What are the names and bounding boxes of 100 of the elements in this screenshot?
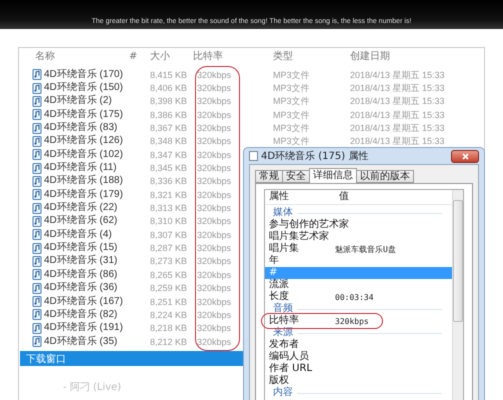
file-size: 8,273 KB bbox=[148, 255, 188, 268]
file-name[interactable]: 4D环绕音乐 (36) bbox=[44, 282, 118, 294]
file-name[interactable]: 4D环绕音乐 (150) bbox=[44, 82, 123, 94]
created-date: 2018/4/13 星期五 15:33 bbox=[349, 82, 445, 94]
bitrate-cell: 320kbps bbox=[197, 68, 232, 81]
file-name[interactable]: 4D环绕音乐 (179) bbox=[44, 188, 123, 201]
tab[interactable]: 安全 bbox=[282, 170, 310, 183]
property-row[interactable]: 编码人员 bbox=[265, 351, 339, 363]
bitrate-cell: 320kbps bbox=[197, 296, 232, 308]
file-type: MP3文件 bbox=[272, 82, 310, 94]
download-window-bar[interactable]: 下载窗口 bbox=[20, 351, 245, 366]
scrollbar[interactable] bbox=[452, 190, 463, 400]
column-header[interactable]: # bbox=[126, 50, 144, 62]
audio-file-icon bbox=[32, 176, 42, 187]
audio-file-icon bbox=[32, 109, 42, 120]
property-row[interactable]: 发布者 bbox=[265, 339, 339, 351]
bitrate-cell: 320kbps bbox=[197, 108, 232, 121]
file-name[interactable]: 4D环绕音乐 (102) bbox=[44, 148, 123, 161]
property-row[interactable]: 比特率 320kbps bbox=[265, 315, 373, 327]
bitrate-cell: 320kbps bbox=[197, 162, 232, 174]
property-row[interactable]: 参与创作的艺术家 bbox=[265, 219, 353, 231]
file-name[interactable]: 4D环绕音乐 (22) bbox=[44, 202, 118, 214]
bitrate-cell: 320kbps bbox=[197, 322, 232, 334]
group-label: 内容 bbox=[273, 387, 293, 399]
property-row[interactable]: 唱片集 魅派车载音乐U盘 bbox=[265, 243, 400, 255]
audio-file-icon bbox=[32, 149, 42, 160]
created-date: 2018/4/13 星期五 15:33 bbox=[349, 95, 445, 108]
property-row[interactable]: 年 bbox=[265, 255, 339, 267]
bitrate-cell: 320kbps bbox=[197, 228, 232, 241]
file-name[interactable]: 4D环绕音乐 (62) bbox=[44, 215, 118, 228]
column-header[interactable]: 属性 bbox=[269, 191, 339, 203]
column-header[interactable]: 类型 bbox=[270, 49, 347, 63]
file-name[interactable]: 4D环绕音乐 (83) bbox=[44, 122, 118, 134]
audio-file-icon bbox=[32, 189, 42, 200]
property-row[interactable]: 唱片集艺术家 bbox=[265, 231, 339, 243]
bitrate-cell: 320kbps bbox=[197, 122, 232, 134]
tab[interactable]: 常规 bbox=[255, 170, 283, 183]
column-header[interactable]: 值 bbox=[339, 191, 349, 203]
audio-file-icon bbox=[32, 336, 42, 348]
file-name[interactable]: 4D环绕音乐 (82) bbox=[44, 308, 118, 321]
file-name[interactable]: 4D环绕音乐 (175) bbox=[44, 108, 123, 121]
tab[interactable]: 详细信息 bbox=[309, 168, 357, 183]
audio-file-icon bbox=[32, 216, 42, 227]
file-icon bbox=[249, 151, 258, 161]
bitrate-cell: 320kbps bbox=[197, 82, 232, 94]
file-name[interactable]: 4D环绕音乐 (11) bbox=[44, 162, 117, 174]
audio-file-icon bbox=[32, 136, 42, 147]
property-row[interactable]: 作者 URL bbox=[265, 363, 339, 375]
close-button[interactable] bbox=[451, 150, 479, 162]
property-row[interactable]: 长度 00:03:34 bbox=[265, 291, 378, 303]
audio-file-icon bbox=[32, 269, 42, 280]
property-row[interactable]: 流派 bbox=[265, 279, 339, 291]
download-window-title: 下载窗口 bbox=[26, 352, 66, 366]
bitrate-cell: 320kbps bbox=[197, 255, 232, 268]
file-name[interactable]: 4D环绕音乐 (167) bbox=[44, 296, 123, 308]
column-header[interactable]: 比特率 bbox=[190, 49, 270, 63]
audio-file-icon bbox=[32, 202, 42, 214]
file-name[interactable]: 4D环绕音乐 (188) bbox=[44, 175, 123, 188]
created-date: 2018/4/13 星期五 15:33 bbox=[349, 108, 445, 121]
file-type: MP3文件 bbox=[272, 68, 310, 81]
file-type: MP3文件 bbox=[272, 135, 310, 148]
column-header[interactable]: 名称 bbox=[32, 49, 126, 63]
column-header[interactable]: 创建日期 bbox=[347, 49, 484, 63]
file-name[interactable]: 4D环绕音乐 (15) bbox=[44, 242, 118, 254]
file-size: 8,307 KB bbox=[148, 228, 188, 241]
bitrate-cell: 320kbps bbox=[197, 242, 232, 254]
audio-file-icon bbox=[32, 309, 42, 320]
file-name[interactable]: 4D环绕音乐 (170) bbox=[44, 68, 123, 81]
file-size: 8,265 KB bbox=[148, 268, 188, 281]
file-type: MP3文件 bbox=[272, 95, 310, 108]
audio-file-icon bbox=[32, 282, 42, 294]
file-name[interactable]: 4D环绕音乐 (86) bbox=[44, 268, 118, 281]
tab[interactable]: 以前的版本 bbox=[356, 170, 414, 183]
audio-file-icon bbox=[32, 296, 42, 308]
group-label: 媒体 bbox=[273, 207, 293, 218]
created-date: 2018/4/13 星期五 15:33 bbox=[349, 135, 445, 148]
file-size: 8,415 KB bbox=[148, 68, 188, 81]
file-size: 8,259 KB bbox=[148, 282, 188, 294]
file-name[interactable]: 4D环绕音乐 (4) bbox=[44, 228, 112, 241]
dialog-title: 4D环绕音乐 (175) 属性 bbox=[261, 150, 370, 163]
file-name[interactable]: 4D环绕音乐 (31) bbox=[44, 255, 118, 268]
bitrate-cell: 320kbps bbox=[197, 175, 232, 188]
file-type: MP3文件 bbox=[272, 122, 310, 134]
column-header[interactable]: 大小 bbox=[144, 49, 190, 63]
bitrate-cell: 320kbps bbox=[197, 336, 232, 348]
audio-file-icon bbox=[32, 82, 42, 94]
bitrate-cell: 320kbps bbox=[197, 202, 232, 214]
bitrate-cell: 320kbps bbox=[197, 188, 232, 201]
file-name[interactable]: 4D环绕音乐 (126) bbox=[44, 135, 123, 148]
file-size: 8,367 KB bbox=[148, 122, 188, 134]
file-size: 8,251 KB bbox=[148, 296, 188, 308]
file-name[interactable]: 4D环绕音乐 (191) bbox=[44, 322, 123, 334]
property-row[interactable]: 版权 bbox=[265, 375, 339, 387]
created-date: 2018/4/13 星期五 15:33 bbox=[349, 68, 445, 81]
file-size: 8,313 KB bbox=[148, 202, 188, 214]
file-name[interactable]: 4D环绕音乐 (35) bbox=[44, 336, 118, 348]
file-size: 8,287 KB bbox=[148, 242, 188, 254]
file-size: 8,224 KB bbox=[148, 308, 188, 321]
file-name[interactable]: 4D环绕音乐 (2) bbox=[44, 95, 112, 108]
audio-file-icon bbox=[32, 242, 42, 254]
